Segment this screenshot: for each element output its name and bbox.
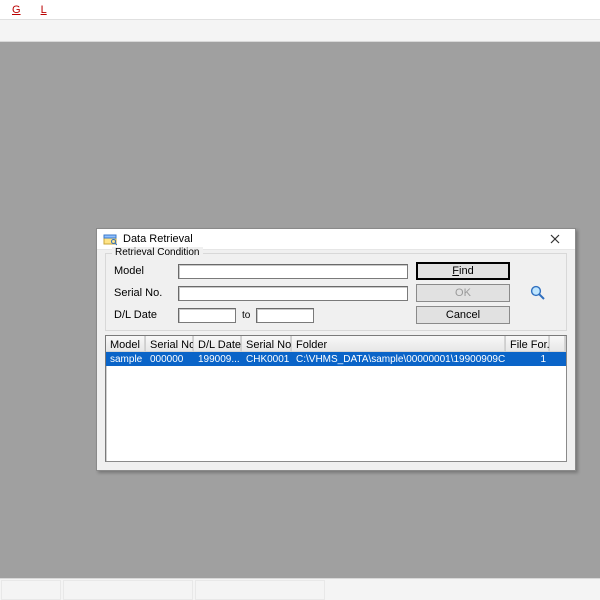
col-serial[interactable]: Serial No. xyxy=(146,336,194,352)
model-input[interactable] xyxy=(178,264,408,279)
ok-button[interactable]: OK xyxy=(416,284,510,302)
workspace: Data Retrieval Retrieval Condition Model… xyxy=(0,42,600,582)
close-icon xyxy=(550,234,560,244)
dialog-icon xyxy=(103,232,117,246)
cancel-button[interactable]: Cancel xyxy=(416,306,510,324)
dldate-label: D/L Date xyxy=(114,309,170,321)
table-cell: sample xyxy=(106,352,146,366)
table-row[interactable]: sample000000199009...CHK0001C:\VHMS_DATA… xyxy=(106,352,566,366)
col-serial2[interactable]: Serial No. xyxy=(242,336,292,352)
table-cell: 000000 xyxy=(146,352,194,366)
close-button[interactable] xyxy=(541,230,569,248)
data-retrieval-dialog: Data Retrieval Retrieval Condition Model… xyxy=(96,228,576,471)
menu-item-g[interactable]: G xyxy=(6,3,27,17)
col-model[interactable]: Model xyxy=(106,336,146,352)
toolbar xyxy=(0,20,600,42)
retrieval-condition-group: Retrieval Condition Model Find Serial No… xyxy=(105,253,567,331)
table-cell: 199009... xyxy=(194,352,242,366)
serial-input[interactable] xyxy=(178,286,408,301)
table-cell: C:\VHMS_DATA\sample\00000001\19900909CHK… xyxy=(292,352,506,366)
col-dldate[interactable]: D/L Date xyxy=(194,336,242,352)
col-blank[interactable] xyxy=(550,336,566,352)
table-body: sample000000199009...CHK0001C:\VHMS_DATA… xyxy=(106,352,566,366)
dl-from-input[interactable] xyxy=(178,308,236,323)
status-cell-1 xyxy=(1,580,61,600)
to-label: to xyxy=(242,310,250,321)
menu-item-l[interactable]: L xyxy=(35,3,53,17)
find-button[interactable]: Find xyxy=(416,262,510,280)
statusbar xyxy=(0,578,600,600)
magnifier-icon xyxy=(529,284,547,302)
col-filefor[interactable]: File For... xyxy=(506,336,550,352)
table-cell xyxy=(550,352,566,366)
menubar: G L xyxy=(0,0,600,20)
results-table[interactable]: Model Serial No. D/L Date Serial No. Fol… xyxy=(105,335,567,462)
table-cell: CHK0001 xyxy=(242,352,292,366)
status-cell-2 xyxy=(63,580,193,600)
status-cell-3 xyxy=(195,580,325,600)
table-cell: 1 xyxy=(506,352,550,366)
dl-to-input[interactable] xyxy=(256,308,314,323)
table-header: Model Serial No. D/L Date Serial No. Fol… xyxy=(106,336,566,352)
col-folder[interactable]: Folder xyxy=(292,336,506,352)
model-label: Model xyxy=(114,265,170,277)
group-legend: Retrieval Condition xyxy=(112,247,203,258)
dialog-title: Data Retrieval xyxy=(123,233,541,245)
serial-label: Serial No. xyxy=(114,287,170,299)
